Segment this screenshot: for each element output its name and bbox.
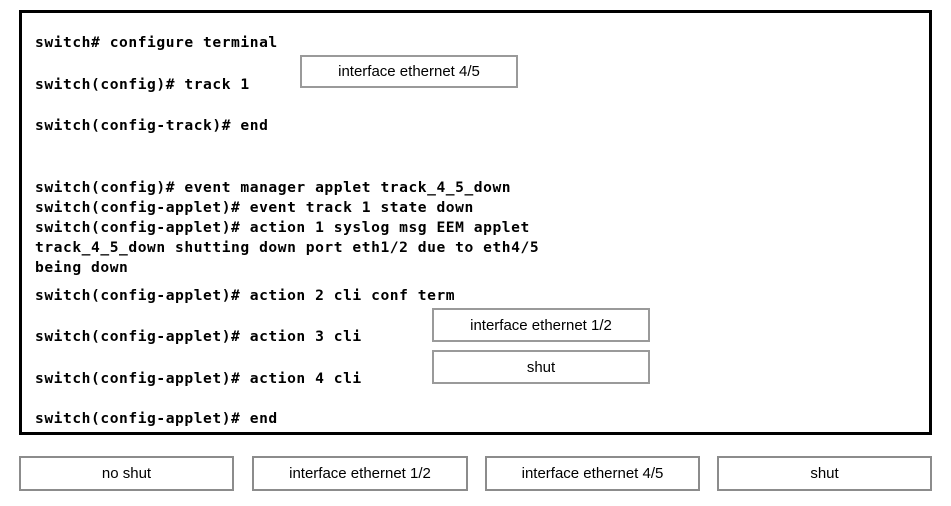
option-interface-ethernet-4-5[interactable]: interface ethernet 4/5 xyxy=(485,456,700,491)
cli-line: switch(config)# event manager applet tra… xyxy=(35,179,512,196)
cli-line: being down xyxy=(35,259,129,276)
option-no-shut[interactable]: no shut xyxy=(19,456,234,491)
drop-zone-track-interface[interactable]: interface ethernet 4/5 xyxy=(300,55,518,88)
cli-line: switch(config-applet)# event track 1 sta… xyxy=(35,199,474,216)
terminal-config-panel: switch# configure terminal switch(config)… xyxy=(19,10,932,435)
drop-zone-action-3[interactable]: interface ethernet 1/2 xyxy=(432,308,650,342)
cli-line: switch(config-track)# end xyxy=(35,117,269,134)
cli-line: switch(config-applet)# end xyxy=(35,410,278,427)
option-interface-ethernet-1-2[interactable]: interface ethernet 1/2 xyxy=(252,456,468,491)
question-canvas: switch# configure terminal switch(config)… xyxy=(0,0,951,506)
cli-line: switch(config-applet)# action 3 cli xyxy=(35,328,362,345)
cli-line: switch# configure terminal xyxy=(35,34,278,51)
cli-line: switch(config)# track 1 xyxy=(35,76,250,93)
cli-line: switch(config-applet)# action 1 syslog m… xyxy=(35,219,530,236)
cli-line: switch(config-applet)# action 4 cli xyxy=(35,370,362,387)
drop-zone-action-4[interactable]: shut xyxy=(432,350,650,384)
option-shut[interactable]: shut xyxy=(717,456,932,491)
cli-line: switch(config-applet)# action 2 cli conf… xyxy=(35,287,456,304)
cli-line: track_4_5_down shutting down port eth1/2… xyxy=(35,239,540,256)
